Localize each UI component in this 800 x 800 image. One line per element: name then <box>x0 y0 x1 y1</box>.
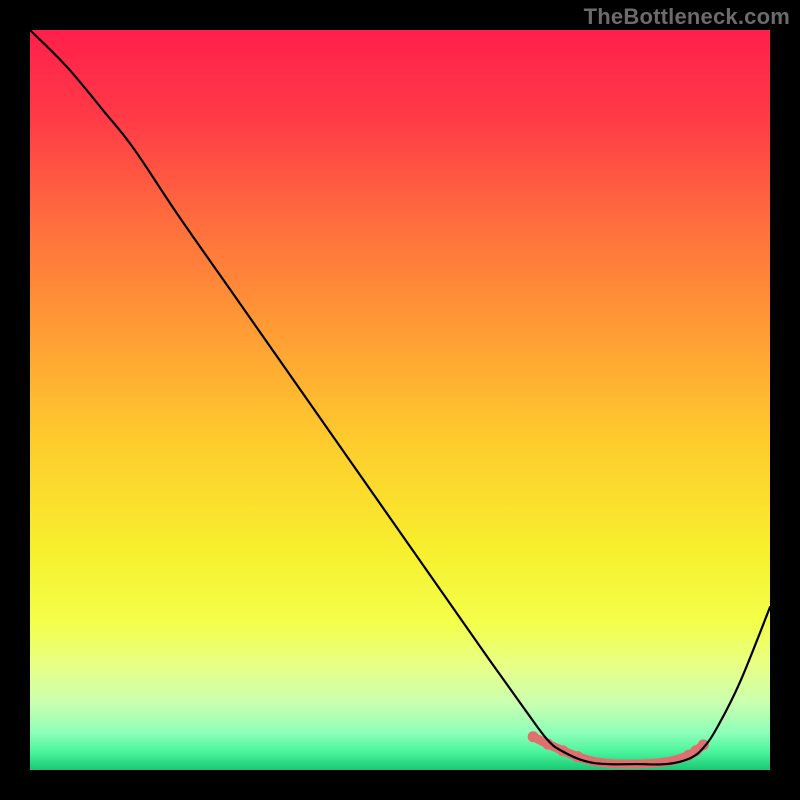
gradient-plot-area <box>30 30 770 770</box>
watermark-label: TheBottleneck.com <box>584 4 790 30</box>
chart-container: TheBottleneck.com <box>0 0 800 800</box>
bottleneck-chart <box>0 0 800 800</box>
